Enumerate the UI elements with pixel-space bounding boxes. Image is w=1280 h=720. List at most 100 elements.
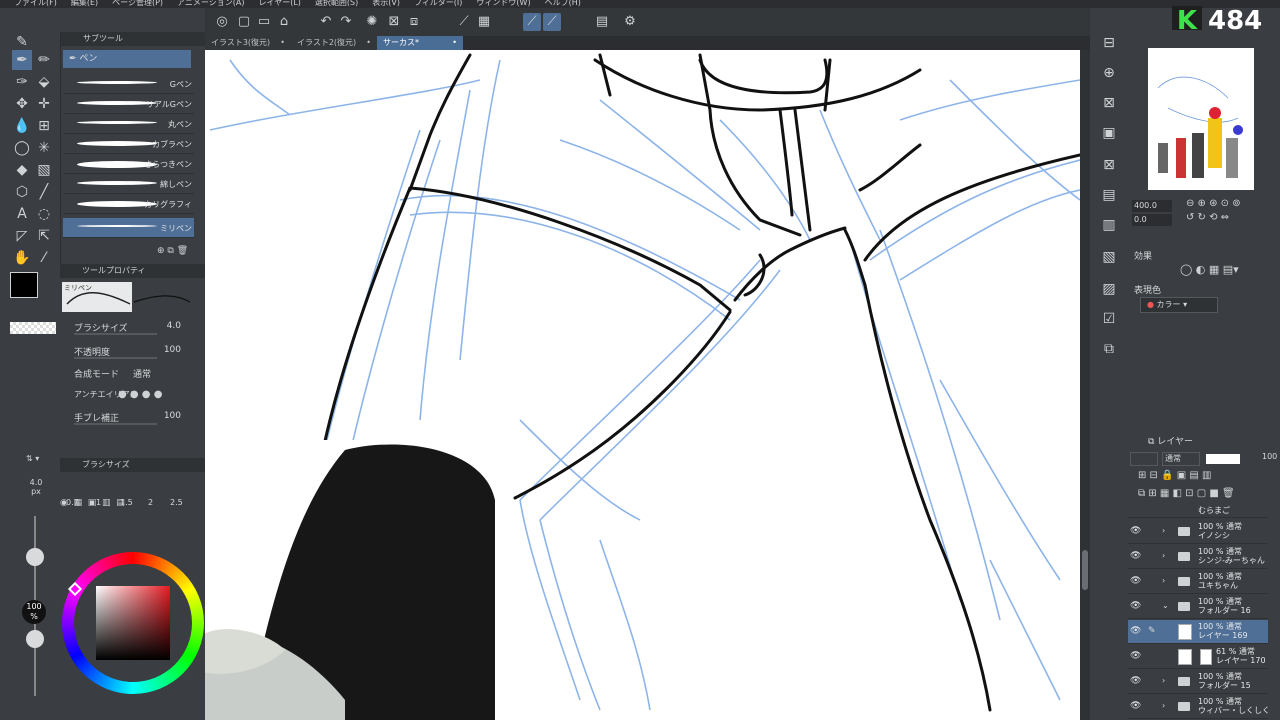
menu-item[interactable]: 表示(V) xyxy=(372,0,400,7)
brush-tab-icon[interactable]: ✎ xyxy=(12,32,32,52)
open-folder-icon[interactable]: ▭ xyxy=(255,13,273,31)
text-tool-icon[interactable]: A xyxy=(12,204,32,224)
transform-icon[interactable]: ⧈ xyxy=(405,13,423,31)
eye-icon[interactable]: 👁 xyxy=(1130,576,1142,588)
eye-icon[interactable]: 👁 xyxy=(1130,551,1142,563)
prop-value[interactable]: 通常 xyxy=(133,367,151,380)
prop-stabilization[interactable]: 手ブレ補正 100 xyxy=(72,408,197,426)
new-file-icon[interactable]: ▢ xyxy=(235,13,253,31)
menu-item[interactable]: レイヤー(L) xyxy=(258,0,300,7)
size-slider-handle[interactable] xyxy=(26,548,44,566)
line-icon[interactable]: ╱ xyxy=(34,182,54,202)
prop-antialias[interactable]: アンチエイリアス ● ● ● ● xyxy=(72,386,197,404)
menu-item[interactable]: ウィンドウ(W) xyxy=(476,0,530,7)
transparent-swatch[interactable] xyxy=(10,322,56,334)
close-dot-icon[interactable]: • xyxy=(280,36,285,50)
collapse-icon[interactable]: ⌄ xyxy=(1162,601,1169,610)
tab-illust3[interactable]: イラスト3(復元) • xyxy=(205,36,291,50)
vector-icon[interactable]: ◸ xyxy=(12,226,32,246)
move-tool-icon[interactable]: ✥ xyxy=(12,94,32,114)
magic-wand-icon[interactable]: ✳ xyxy=(34,138,54,158)
close-dot-icon[interactable]: • xyxy=(452,36,457,50)
eye-icon[interactable]: 👁 xyxy=(1130,526,1142,538)
canvas-vertical-scrollbar[interactable] xyxy=(1080,50,1090,720)
brush-calligraphy[interactable]: カリグラフィ xyxy=(63,194,194,214)
prop-blend-mode[interactable]: 合成モード 通常 xyxy=(72,364,197,382)
layer-tools-row1[interactable]: ⊞ ⊟ 🔒 ▣ ▤ ▥ xyxy=(1138,470,1268,484)
reference-icon[interactable]: ▣ xyxy=(1098,122,1120,144)
eye-icon[interactable]: 👁 xyxy=(1130,651,1142,663)
opacity-slider-handle[interactable] xyxy=(26,630,44,648)
eraser-icon[interactable]: ⬙ xyxy=(34,72,54,92)
tab-circus[interactable]: サーカス* • xyxy=(377,36,463,50)
edit-icon[interactable]: ☑ xyxy=(1098,308,1120,330)
brush-size-tab-icon[interactable]: ⇅ ▾ xyxy=(26,454,56,464)
color-panel-tabs[interactable]: ◉ ▦ ▣ ▥ ▤ xyxy=(60,498,210,512)
navigator-thumbnail[interactable] xyxy=(1148,48,1254,190)
saturation-value-square[interactable] xyxy=(96,586,170,660)
close-dot-icon[interactable]: • xyxy=(366,36,371,50)
clip-studio-icon[interactable]: ◎ xyxy=(213,13,231,31)
subtool-actions[interactable]: ⊕ ⧉ 🗑 xyxy=(157,246,201,258)
brush-zaratsuki-pen[interactable]: さらつきペン xyxy=(63,154,194,174)
navigator-icon[interactable]: ⊟ xyxy=(1098,32,1120,54)
layer-item[interactable]: 👁 ⌄ 100 % 通常 フォルダー 16 xyxy=(1128,595,1268,619)
layer-property-icon[interactable]: ⊠ xyxy=(1098,154,1120,176)
menu-item[interactable]: フィルター(I) xyxy=(414,0,462,7)
pencil-tool-icon[interactable]: ✏ xyxy=(34,50,54,70)
crosshair-icon[interactable]: ✛ xyxy=(34,94,54,114)
menu-item[interactable]: ページ管理(P) xyxy=(112,0,163,7)
prop-value[interactable]: 100 xyxy=(164,345,181,355)
eyedropper-icon[interactable]: ⁄ xyxy=(34,248,54,268)
snap-ruler-icon[interactable]: ⟋ xyxy=(523,13,541,31)
zoom-controls[interactable]: ⊖ ⊕ ⊛ ⊙ ⊚ xyxy=(1186,198,1276,212)
expand-icon[interactable]: › xyxy=(1162,676,1165,685)
prop-slider[interactable] xyxy=(74,357,157,359)
layer-item[interactable]: むらまご xyxy=(1128,504,1268,518)
brush-maru-pen[interactable]: 丸ペン xyxy=(63,114,194,134)
clear-icon[interactable]: ⊠ xyxy=(385,13,403,31)
effect-icons[interactable]: ◯ ◐ ▦ ▤▾ xyxy=(1180,263,1239,276)
layer-opacity-value[interactable]: 100 xyxy=(1262,452,1277,461)
layer-tools-row2[interactable]: ⧉ ⊞ ▦ ◧ ⊡ ▢ ■ 🗑 xyxy=(1138,488,1278,502)
tab-illust2[interactable]: イラスト2(復元) • xyxy=(291,36,377,50)
scroll-thumb[interactable] xyxy=(1082,550,1088,590)
save-icon[interactable]: ⌂ xyxy=(275,13,293,31)
fill-icon[interactable]: ◆ xyxy=(12,160,32,180)
layer-item[interactable]: 👁 › 100 % 通常 フォルダー 15 xyxy=(1128,670,1268,694)
grid-select-icon[interactable]: ⊞ xyxy=(34,116,54,136)
brush-g-pen[interactable]: Gペン xyxy=(63,74,194,94)
subtool-group[interactable]: ✒ ペン xyxy=(63,50,191,68)
snap-special-ruler-icon[interactable]: ⟋ xyxy=(543,13,561,31)
ruler-icon[interactable]: ⟋ xyxy=(455,13,473,31)
antialias-options-icon[interactable]: ● ● ● ● xyxy=(118,389,162,400)
prop-opacity[interactable]: 不透明度 100 xyxy=(72,342,197,360)
menu-item[interactable]: ファイル(F) xyxy=(14,0,57,7)
figure-icon[interactable]: ⬡ xyxy=(12,182,32,202)
prop-value[interactable]: 4.0 xyxy=(167,321,181,331)
layer-item[interactable]: 👁 › 100 % 通常 ウィバー・しくしく xyxy=(1128,695,1270,719)
search-layer-icon[interactable]: ▥ xyxy=(1098,214,1120,236)
pen-tool-icon[interactable]: ✒ xyxy=(12,50,32,70)
layer-item[interactable]: 👁 61 % 通常 レイヤー 170 xyxy=(1128,645,1268,669)
expand-icon[interactable]: › xyxy=(1162,526,1165,535)
undo-icon[interactable]: ↶ xyxy=(317,13,335,31)
prop-brush-size[interactable]: ブラシサイズ 4.0 xyxy=(72,318,197,336)
brush-tsuyoshi-pen[interactable]: 綿しペン xyxy=(63,174,194,194)
loading-icon[interactable]: ✺ xyxy=(363,13,381,31)
layer-item[interactable]: 👁 › 100 % 通常 イノシシ xyxy=(1128,520,1268,544)
layer-color-select[interactable] xyxy=(1130,452,1158,466)
animation-icon[interactable]: ⧉ xyxy=(1098,338,1120,360)
quick-access-icon[interactable]: ▧ xyxy=(1098,246,1120,268)
settings-icon[interactable]: ⚙ xyxy=(621,13,639,31)
expand-icon[interactable]: › xyxy=(1162,551,1165,560)
prop-slider[interactable] xyxy=(74,423,157,425)
material-icon[interactable]: ⊠ xyxy=(1098,92,1120,114)
redo-icon[interactable]: ↷ xyxy=(337,13,355,31)
lasso-icon[interactable]: ◯ xyxy=(12,138,32,158)
fountain-pen-icon[interactable]: ✑ xyxy=(12,72,32,92)
layer-item-selected[interactable]: 👁 ✎ 100 % 通常 レイヤー 169 xyxy=(1128,620,1268,644)
brush-milli-pen[interactable]: ミリペン xyxy=(63,218,194,238)
menu-item[interactable]: 編集(E) xyxy=(71,0,98,7)
opacity-slider[interactable] xyxy=(1206,454,1240,464)
